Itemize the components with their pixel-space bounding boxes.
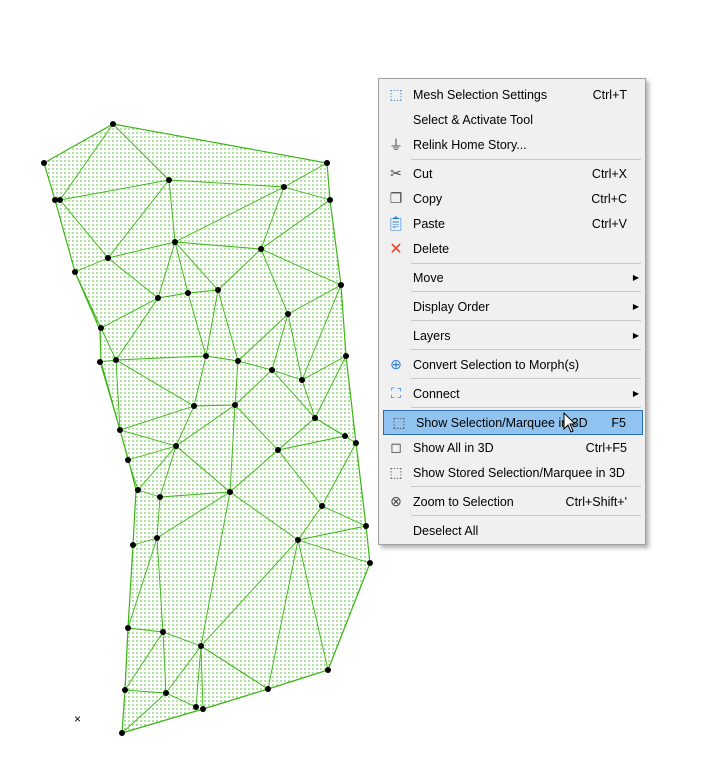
mesh-node[interactable] [135, 487, 141, 493]
menu-item-show-stored-selection-in-3d[interactable]: ⬚ Show Stored Selection/Marquee in 3D [381, 461, 643, 484]
mesh-node[interactable] [258, 246, 264, 252]
mesh-node[interactable] [235, 358, 241, 364]
menu-item-display-order[interactable]: Display Order ▶ [381, 295, 643, 318]
scissors-icon: ✂ [390, 165, 402, 181]
mesh-node[interactable] [342, 433, 348, 439]
mesh-node[interactable] [191, 403, 197, 409]
mesh-node[interactable] [130, 542, 136, 548]
cube-stored-icon: ⬚ [389, 464, 403, 480]
separator [411, 263, 641, 264]
mesh-node[interactable] [97, 359, 103, 365]
mesh-node[interactable] [160, 629, 166, 635]
cube-icon: ◻ [390, 439, 402, 455]
origin-marker-icon: × [74, 712, 82, 726]
morph-icon: ⊕ [390, 356, 402, 372]
mesh-node[interactable] [295, 537, 301, 543]
submenu-arrow-icon: ▶ [632, 302, 639, 311]
mesh-node[interactable] [281, 184, 287, 190]
menu-item-delete[interactable]: ✕ Delete [381, 237, 643, 260]
menu-item-cut[interactable]: ✂ Cut Ctrl+X [381, 162, 643, 185]
separator [411, 320, 641, 321]
mesh-node[interactable] [232, 402, 238, 408]
separator [411, 486, 641, 487]
mesh-node[interactable] [173, 443, 179, 449]
menu-item-mesh-selection-settings[interactable]: ⬚ Mesh Selection Settings Ctrl+T [381, 83, 643, 106]
menu-item-move[interactable]: Move ▶ [381, 266, 643, 289]
mesh-node[interactable] [285, 311, 291, 317]
mesh-node[interactable] [119, 730, 125, 736]
separator [411, 291, 641, 292]
zoom-selection-icon: ⊗ [390, 493, 402, 509]
separator [411, 515, 641, 516]
menu-item-connect[interactable]: ⛶ Connect ▶ [381, 382, 643, 405]
mesh-node[interactable] [154, 535, 160, 541]
separator [411, 349, 641, 350]
mesh-node[interactable] [98, 325, 104, 331]
menu-item-show-all-in-3d[interactable]: ◻ Show All in 3D Ctrl+F5 [381, 436, 643, 459]
separator [411, 407, 641, 408]
cube-dashed-icon: ⬚ [392, 414, 406, 430]
mesh-node[interactable] [363, 523, 369, 529]
mesh-node[interactable] [157, 494, 163, 500]
mesh-node[interactable] [367, 560, 373, 566]
mesh-settings-icon: ⬚ [389, 86, 403, 102]
mesh-node[interactable] [275, 447, 281, 453]
mesh-node[interactable] [200, 706, 206, 712]
mesh-node[interactable] [227, 489, 233, 495]
mesh-node[interactable] [299, 377, 305, 383]
mesh-node[interactable] [125, 457, 131, 463]
mesh-node[interactable] [269, 367, 275, 373]
mouse-cursor-icon [563, 412, 577, 433]
connect-icon: ⛶ [391, 385, 401, 401]
copy-icon: ❐ [389, 190, 403, 206]
mesh-node[interactable] [327, 197, 333, 203]
mesh-node[interactable] [110, 121, 116, 127]
submenu-arrow-icon: ▶ [632, 273, 639, 282]
mesh-node[interactable] [215, 287, 221, 293]
mesh-node[interactable] [265, 686, 271, 692]
mesh-node[interactable] [57, 197, 63, 203]
mesh-node[interactable] [203, 353, 209, 359]
mesh-node[interactable] [125, 625, 131, 631]
paste-icon: 📋︎ [387, 215, 405, 231]
menu-item-convert-to-morph[interactable]: ⊕ Convert Selection to Morph(s) [381, 353, 643, 376]
mesh-node[interactable] [343, 353, 349, 359]
mesh-node[interactable] [72, 269, 78, 275]
mesh-node[interactable] [166, 177, 172, 183]
mesh-node[interactable] [163, 690, 169, 696]
mesh-node[interactable] [41, 160, 47, 166]
relink-story-icon: ⏚ [389, 136, 403, 153]
mesh-node[interactable] [198, 643, 204, 649]
mesh-node[interactable] [185, 290, 191, 296]
mesh-node[interactable] [353, 440, 359, 446]
mesh-node[interactable] [338, 282, 344, 288]
submenu-arrow-icon: ▶ [632, 331, 639, 340]
menu-item-relink-home-story[interactable]: ⏚ Relink Home Story... [381, 133, 643, 156]
menu-item-paste[interactable]: 📋︎ Paste Ctrl+V [381, 212, 643, 235]
menu-item-layers[interactable]: Layers ▶ [381, 324, 643, 347]
mesh-node[interactable] [312, 415, 318, 421]
mesh-node[interactable] [155, 295, 161, 301]
menu-item-copy[interactable]: ❐ Copy Ctrl+C [381, 187, 643, 210]
mesh-node[interactable] [105, 255, 111, 261]
menu-item-select-activate-tool[interactable]: Select & Activate Tool [381, 108, 643, 131]
separator [411, 378, 641, 379]
menu-item-show-selection-in-3d[interactable]: ⬚ Show Selection/Marquee in 3D F5 [383, 410, 643, 435]
mesh-node[interactable] [324, 160, 330, 166]
mesh-node[interactable] [172, 239, 178, 245]
delete-x-icon: ✕ [389, 240, 403, 258]
mesh-node[interactable] [122, 687, 128, 693]
mesh-node[interactable] [117, 427, 123, 433]
separator [411, 159, 641, 160]
mesh-node[interactable] [113, 357, 119, 363]
menu-item-deselect-all[interactable]: Deselect All [381, 519, 643, 542]
menu-item-zoom-to-selection[interactable]: ⊗ Zoom to Selection Ctrl+Shift+' [381, 490, 643, 513]
mesh-node[interactable] [319, 503, 325, 509]
context-menu: ⬚ Mesh Selection Settings Ctrl+T Select & … [378, 78, 646, 545]
submenu-arrow-icon: ▶ [632, 389, 639, 398]
mesh-node[interactable] [193, 704, 199, 710]
mesh-node[interactable] [325, 667, 331, 673]
